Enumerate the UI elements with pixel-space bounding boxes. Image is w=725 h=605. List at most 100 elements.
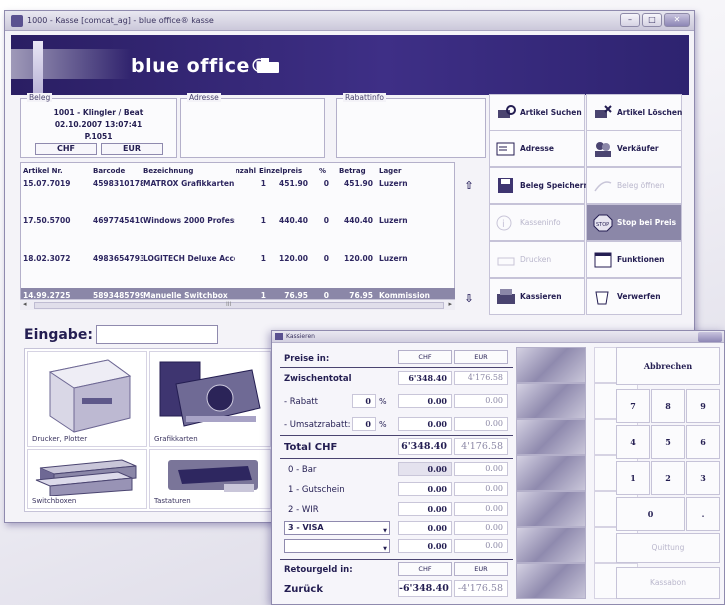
- payment-chf-input[interactable]: 0.00: [398, 502, 452, 516]
- table-cell[interactable]: MATROX Grafikkarten: [143, 179, 235, 188]
- category-name: Switchboxen: [32, 497, 77, 505]
- keypad-key[interactable]: 6: [686, 425, 720, 459]
- dialog-close-button[interactable]: [698, 332, 722, 342]
- dialog-title-bar[interactable]: Kassieren: [272, 331, 724, 343]
- function-button-stop-bei-preis[interactable]: STOP Stop bei Preis: [586, 204, 682, 241]
- table-cell[interactable]: 18.02.3072: [23, 254, 91, 263]
- category-drucker-plotter[interactable]: Drucker, Plotter: [27, 351, 147, 447]
- table-cell[interactable]: 451.90: [339, 179, 373, 188]
- scroll-down-arrow-icon[interactable]: ⇩: [458, 288, 480, 310]
- banknote-icon[interactable]: [516, 563, 586, 599]
- maximize-button[interactable]: □: [642, 13, 662, 27]
- minimize-button[interactable]: –: [620, 13, 640, 27]
- currency-chf-tab[interactable]: CHF: [35, 143, 97, 155]
- eingabe-input[interactable]: [96, 325, 218, 344]
- keypad-key[interactable]: 3: [686, 461, 720, 495]
- retourgeld-chf-button[interactable]: CHF: [398, 562, 452, 576]
- function-button-verwerfen[interactable]: Verwerfen: [586, 278, 682, 315]
- keypad-key[interactable]: 5: [651, 425, 685, 459]
- keypad-key[interactable]: 7: [616, 389, 650, 423]
- payment-method-select[interactable]: 3 - VISA ▼: [284, 521, 390, 535]
- table-cell[interactable]: 120.00: [339, 254, 373, 263]
- umsatzrabatt-percent-input[interactable]: 0: [352, 417, 376, 431]
- scroll-thumb[interactable]: [34, 302, 444, 309]
- table-cell[interactable]: 440.40: [268, 216, 308, 225]
- umsatzrabatt-chf[interactable]: 0.00: [398, 417, 452, 431]
- chevron-down-icon[interactable]: ▼: [383, 525, 387, 537]
- keypad-key[interactable]: .: [686, 497, 720, 531]
- category-grafikkarten[interactable]: Grafikkarten: [149, 351, 271, 447]
- rabatt-chf[interactable]: 0.00: [398, 394, 452, 408]
- table-cell[interactable]: 4598310178213: [93, 179, 143, 188]
- function-button-kassieren[interactable]: Kassieren: [489, 278, 585, 315]
- payment-eur-value: 0.00: [454, 502, 508, 516]
- table-cell[interactable]: 15.07.7019: [23, 179, 91, 188]
- table-cell[interactable]: 17.50.5700: [23, 216, 91, 225]
- keypad-key[interactable]: 8: [651, 389, 685, 423]
- keypad-key[interactable]: 4: [616, 425, 650, 459]
- banknote-icon[interactable]: [516, 347, 586, 383]
- function-button-label: Kasseninfo: [520, 218, 561, 227]
- table-cell[interactable]: Luzern: [379, 179, 449, 188]
- banknote-icon[interactable]: [516, 491, 586, 527]
- keypad-key[interactable]: 0: [616, 497, 685, 531]
- payment-method-select[interactable]: ▼: [284, 539, 390, 553]
- horizontal-scrollbar[interactable]: ◂ III ▸: [20, 299, 455, 310]
- table-cell[interactable]: 1: [256, 254, 266, 263]
- table-cell[interactable]: Luzern: [379, 216, 449, 225]
- table-cell[interactable]: 4697745410544: [93, 216, 143, 225]
- rabatt-percent-input[interactable]: 0: [352, 394, 376, 408]
- function-button-artikel-löschen[interactable]: Artikel Löschen: [586, 94, 682, 131]
- article-table[interactable]: Artikel Nr. Barcode Bezeichnung Anzahl E…: [20, 162, 455, 310]
- title-bar[interactable]: 1000 - Kasse [comcat_ag] - blue office® …: [5, 11, 694, 31]
- banknote-icon[interactable]: [516, 527, 586, 563]
- function-button-kasseninfo[interactable]: i Kasseninfo: [489, 204, 585, 241]
- table-cell[interactable]: 0: [319, 254, 329, 263]
- retourgeld-eur-button[interactable]: EUR: [454, 562, 508, 576]
- table-cell[interactable]: 451.90: [268, 179, 308, 188]
- payment-eur-value: 0.00: [454, 539, 508, 553]
- kassabon-button[interactable]: Kassabon: [616, 567, 720, 599]
- function-button-adresse[interactable]: Adresse: [489, 130, 585, 167]
- keypad-key[interactable]: 2: [651, 461, 685, 495]
- payment-chf-input[interactable]: 0.00: [398, 521, 452, 535]
- table-cell[interactable]: 1: [256, 216, 266, 225]
- category-switchboxen[interactable]: Switchboxen: [27, 449, 147, 509]
- keypad-key[interactable]: 9: [686, 389, 720, 423]
- category-tastaturen[interactable]: Tastaturen: [149, 449, 271, 509]
- scroll-left-icon[interactable]: ◂: [23, 300, 27, 308]
- banknote-icon[interactable]: [516, 455, 586, 491]
- table-cell[interactable]: 0: [319, 179, 329, 188]
- scroll-up-arrow-icon[interactable]: ⇧: [458, 175, 480, 197]
- function-button-verkäufer[interactable]: Verkäufer: [586, 130, 682, 167]
- table-cell[interactable]: 120.00: [268, 254, 308, 263]
- adresse-label: Adresse: [187, 93, 221, 102]
- banknote-icon[interactable]: [516, 383, 586, 419]
- function-button-drucken[interactable]: Drucken: [489, 241, 585, 278]
- currency-eur-tab[interactable]: EUR: [101, 143, 163, 155]
- table-cell[interactable]: Luzern: [379, 254, 449, 263]
- function-button-beleg-öffnen[interactable]: Beleg öffnen: [586, 167, 682, 204]
- quittung-button[interactable]: Quittung: [616, 533, 720, 563]
- payment-chf-input[interactable]: 0.00: [398, 462, 452, 476]
- table-cell[interactable]: 1: [256, 179, 266, 188]
- payment-chf-input[interactable]: 0.00: [398, 539, 452, 553]
- function-button-funktionen[interactable]: Funktionen: [586, 241, 682, 278]
- col-header-anzahl[interactable]: Anzahl: [236, 167, 256, 180]
- currency-eur-header[interactable]: EUR: [454, 350, 508, 364]
- function-button-artikel-suchen[interactable]: Artikel Suchen: [489, 94, 585, 131]
- table-cell[interactable]: 4983654793114: [93, 254, 143, 263]
- payment-chf-input[interactable]: 0.00: [398, 482, 452, 496]
- scroll-right-icon[interactable]: ▸: [448, 300, 452, 308]
- abbrechen-button[interactable]: Abbrechen: [616, 347, 720, 385]
- close-button[interactable]: ✕: [664, 13, 690, 27]
- chevron-down-icon[interactable]: ▼: [383, 543, 387, 555]
- table-cell[interactable]: 0: [319, 216, 329, 225]
- table-cell[interactable]: Windows 2000 Profess: [143, 216, 235, 225]
- function-button-beleg-speichern[interactable]: Beleg Speichern: [489, 167, 589, 204]
- currency-chf-header[interactable]: CHF: [398, 350, 452, 364]
- banknote-icon[interactable]: [516, 419, 586, 455]
- table-cell[interactable]: 440.40: [339, 216, 373, 225]
- table-cell[interactable]: LOGITECH Deluxe Acce: [143, 254, 235, 263]
- keypad-key[interactable]: 1: [616, 461, 650, 495]
